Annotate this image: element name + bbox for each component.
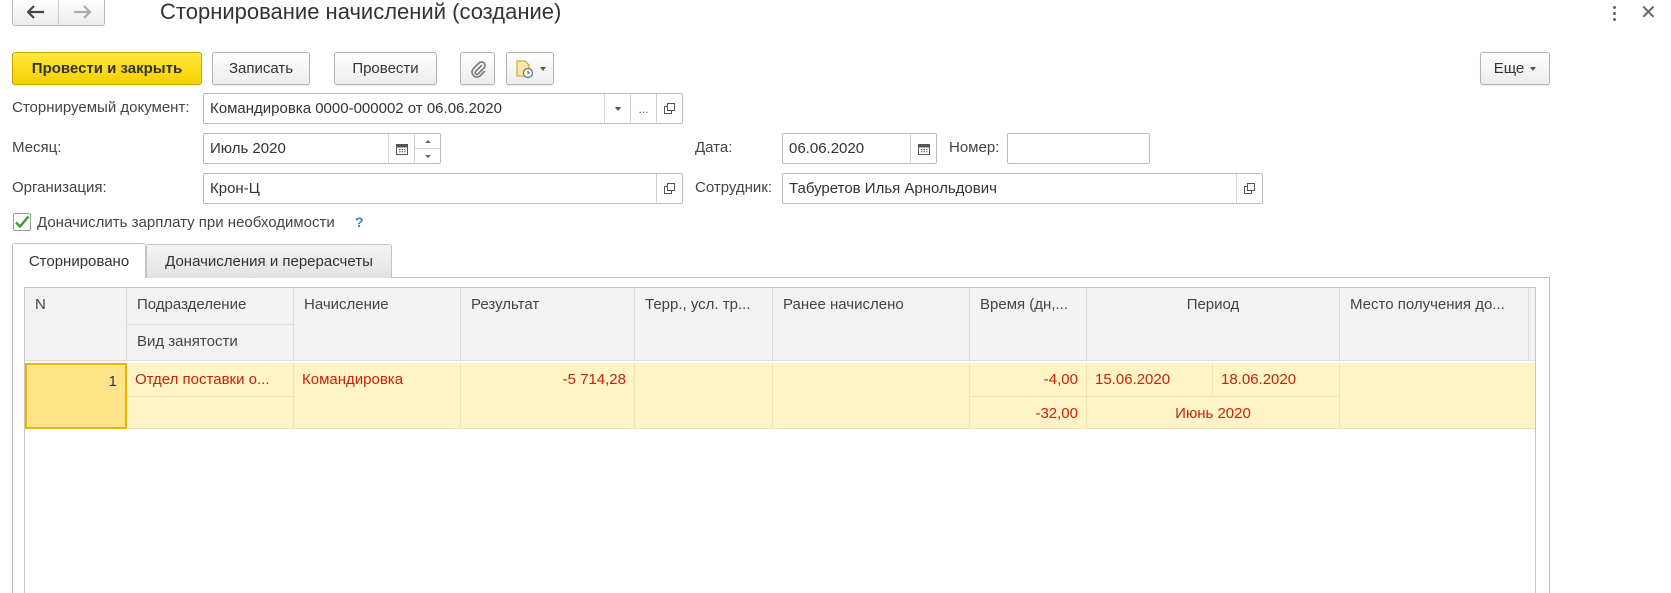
select-button[interactable]: ... <box>630 94 656 123</box>
employee-field[interactable]: Табуретов Илья Арнольдович <box>782 173 1263 204</box>
column-header-employment[interactable]: Вид занятости <box>127 325 294 361</box>
arrow-right-icon <box>73 5 91 19</box>
table-row-1-period-to[interactable]: 18.06.2020 <box>1213 363 1340 397</box>
close-icon[interactable]: ✕ <box>1640 2 1657 24</box>
post-button[interactable]: Провести <box>334 52 437 85</box>
open-window-icon <box>664 183 675 194</box>
open-button[interactable] <box>656 174 682 203</box>
column-header-time[interactable]: Время (дн,... <box>970 288 1087 361</box>
post-and-close-button[interactable]: Провести и закрыть <box>12 52 202 85</box>
save-label: Записать <box>228 60 294 77</box>
employee-value: Табуретов Илья Арнольдович <box>789 180 997 197</box>
stepper-down[interactable] <box>415 148 440 163</box>
arrow-left-icon <box>26 5 44 19</box>
back-button[interactable] <box>13 0 58 25</box>
kebab-menu-icon[interactable] <box>1606 0 1622 26</box>
accruals-table: N Подразделение Вид занятости Начисление… <box>24 287 1536 593</box>
recalc-checkbox[interactable] <box>13 213 31 231</box>
table-row-1-time-days[interactable]: -4,00 <box>970 363 1087 397</box>
more-label: Еще <box>1493 60 1525 77</box>
column-header-accrual[interactable]: Начисление <box>294 288 461 361</box>
tab-additional-accruals[interactable]: Доначисления и перерасчеты <box>146 244 392 278</box>
open-button[interactable] <box>1236 174 1262 203</box>
post-and-close-label: Провести и закрыть <box>31 60 183 77</box>
open-window-icon <box>1244 183 1255 194</box>
ellipsis-icon: ... <box>638 101 649 116</box>
organization-label: Организация: <box>12 179 107 196</box>
month-label: Месяц: <box>12 139 62 156</box>
dropdown-button[interactable] <box>604 94 630 123</box>
tab-label: Доначисления и перерасчеты <box>165 253 373 270</box>
chevron-down-icon <box>614 106 621 111</box>
column-header-place[interactable]: Место получения до... <box>1340 288 1529 361</box>
save-button[interactable]: Записать <box>212 52 310 85</box>
help-icon[interactable]: ? <box>355 214 364 230</box>
checkmark-icon <box>15 215 30 229</box>
calendar-button[interactable] <box>388 134 414 163</box>
table-row-1-result[interactable]: -5 714,28 <box>461 363 635 429</box>
number-field[interactable] <box>1007 133 1150 164</box>
month-field[interactable]: Июль 2020 <box>203 133 441 164</box>
number-value <box>1008 134 1149 163</box>
date-field[interactable]: 06.06.2020 <box>782 133 937 164</box>
post-label: Провести <box>352 60 419 77</box>
column-header-prev-accrued[interactable]: Ранее начислено <box>773 288 970 361</box>
tab-storno[interactable]: Сторнировано <box>12 243 146 278</box>
number-label: Номер: <box>949 139 1000 156</box>
recalc-checkbox-label[interactable]: Доначислить зарплату при необходимости <box>37 208 335 238</box>
header-filler <box>1529 288 1535 361</box>
column-header-result[interactable]: Результат <box>461 288 635 361</box>
month-value: Июль 2020 <box>210 140 286 157</box>
document-clock-icon <box>516 60 534 78</box>
navigation-group <box>12 0 105 26</box>
organization-field[interactable]: Крон-Ц <box>203 173 683 204</box>
calendar-icon <box>395 143 408 155</box>
create-based-on-button[interactable] <box>506 52 554 85</box>
open-button[interactable] <box>656 94 682 123</box>
date-label: Дата: <box>695 139 733 156</box>
column-header-period[interactable]: Период <box>1087 288 1340 361</box>
organization-value: Крон-Ц <box>210 180 260 197</box>
forward-button[interactable] <box>58 0 104 25</box>
more-button[interactable]: Еще <box>1480 52 1550 85</box>
open-window-icon <box>664 103 675 114</box>
paperclip-icon <box>470 60 486 78</box>
page-title: Сторнирование начислений (создание) <box>160 0 562 24</box>
column-header-division[interactable]: Подразделение <box>127 288 294 325</box>
chevron-down-icon <box>540 66 546 71</box>
table-row-1-place[interactable] <box>1340 363 1535 429</box>
date-value: 06.06.2020 <box>789 140 865 157</box>
table-row-1-time-hours[interactable]: -32,00 <box>970 397 1087 429</box>
chevron-down-icon <box>1530 66 1537 71</box>
chevron-down-icon <box>424 154 431 158</box>
stepper-up[interactable] <box>415 134 440 148</box>
table-row-1-period-month[interactable]: Июнь 2020 <box>1087 397 1340 429</box>
table-row-1-terr[interactable] <box>635 363 773 429</box>
storno-document-value: Командировка 0000-000002 от 06.06.2020 <box>210 100 502 117</box>
attach-button[interactable] <box>460 52 495 85</box>
column-header-n[interactable]: N <box>25 288 127 361</box>
table-row-1-accrual[interactable]: Командировка <box>294 363 461 429</box>
table-row-1-employment[interactable] <box>127 397 294 429</box>
column-header-terr[interactable]: Терр., усл. тр... <box>635 288 773 361</box>
storno-document-field[interactable]: Командировка 0000-000002 от 06.06.2020 .… <box>203 93 683 124</box>
month-stepper[interactable] <box>414 134 440 163</box>
table-row-1-period-from[interactable]: 15.06.2020 <box>1087 363 1213 397</box>
employee-label: Сотрудник: <box>695 179 773 196</box>
chevron-up-icon <box>424 139 431 143</box>
table-row-1-division[interactable]: Отдел поставки о... <box>127 363 294 397</box>
table-row-1-prev-accrued[interactable] <box>773 363 970 429</box>
calendar-button[interactable] <box>910 134 936 163</box>
tab-label: Сторнировано <box>28 252 130 270</box>
storno-document-label: Сторнируемый документ: <box>12 99 190 116</box>
table-row-1-n[interactable]: 1 <box>25 363 127 429</box>
calendar-icon <box>917 143 930 155</box>
